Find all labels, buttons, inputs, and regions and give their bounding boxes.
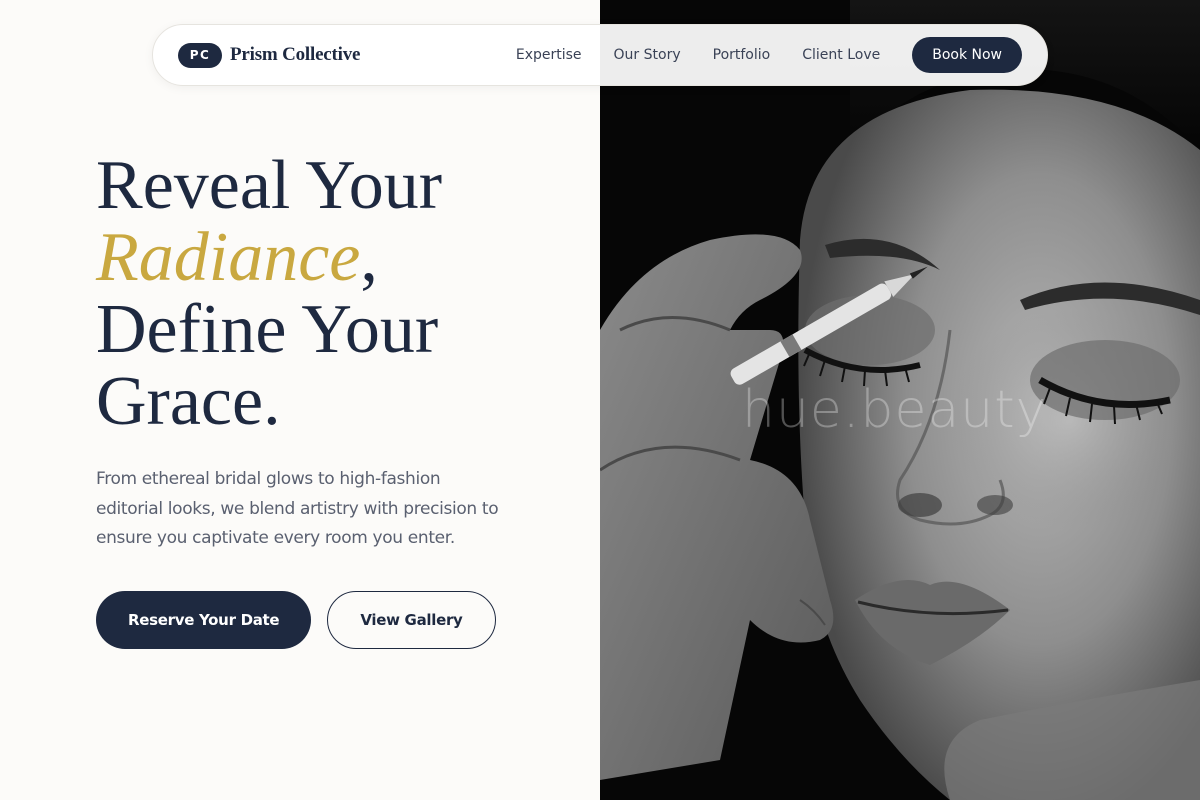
reserve-date-button[interactable]: Reserve Your Date bbox=[96, 591, 312, 649]
hero-photo: hue.beauty bbox=[600, 0, 1200, 800]
hero-title: Reveal Your Radiance, Define Your Grace. bbox=[96, 150, 442, 438]
hero-title-line-1: Reveal Your bbox=[96, 147, 443, 224]
hero-title-accent-punct: , bbox=[360, 219, 378, 296]
brand-logo[interactable]: PC Prism Collective bbox=[178, 42, 361, 68]
hero-description: From ethereal bridal glows to high-fashi… bbox=[96, 469, 499, 548]
view-gallery-button[interactable]: View Gallery bbox=[327, 591, 496, 649]
hero-cta-group: Reserve Your Date View Gallery bbox=[96, 591, 496, 649]
hero-title-line-3: Define Your bbox=[96, 291, 439, 368]
top-navbar: PC Prism Collective Expertise Our Story … bbox=[152, 24, 1048, 86]
hero-title-accent: Radiance bbox=[96, 219, 361, 296]
nav-link-portfolio[interactable]: Portfolio bbox=[713, 47, 771, 63]
hero-title-line-4: Grace. bbox=[96, 363, 281, 440]
watermark-text: hue.beauty bbox=[742, 380, 1048, 440]
nav-links: Expertise Our Story Portfolio Client Lov… bbox=[516, 47, 880, 63]
brand-name: Prism Collective bbox=[230, 44, 361, 65]
book-now-button[interactable]: Book Now bbox=[912, 37, 1022, 73]
nav-link-expertise[interactable]: Expertise bbox=[516, 47, 582, 63]
nav-link-our-story[interactable]: Our Story bbox=[614, 47, 681, 63]
brand-badge: PC bbox=[178, 42, 222, 68]
nav-link-client-love[interactable]: Client Love bbox=[802, 47, 880, 63]
